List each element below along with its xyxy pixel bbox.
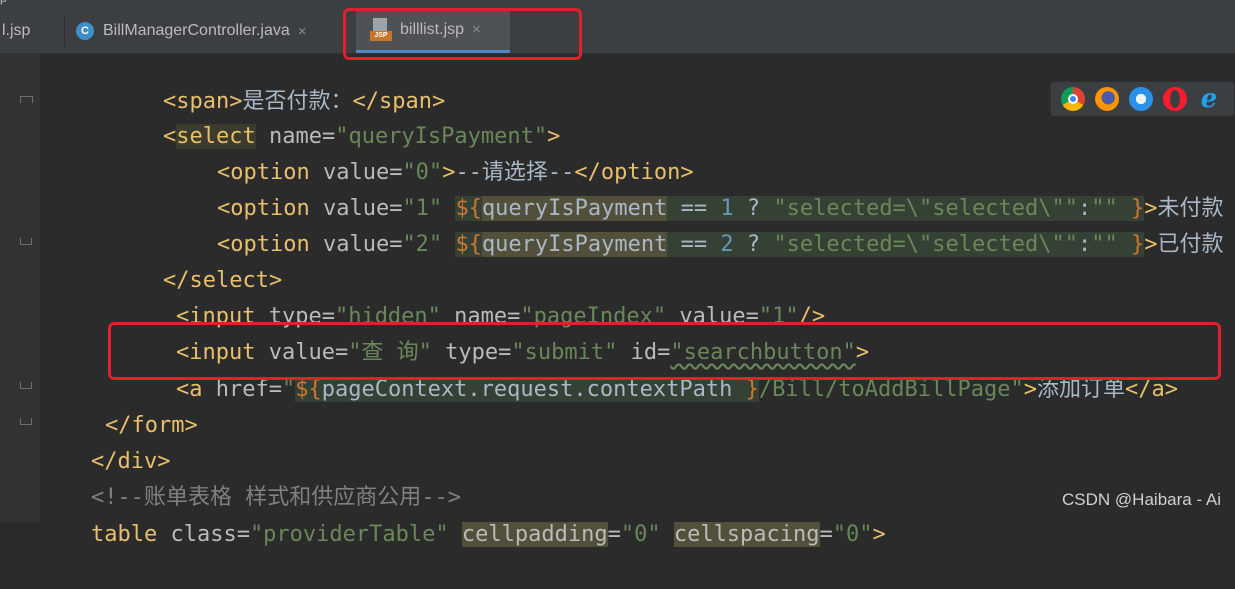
fold-open-icon[interactable] <box>20 96 33 103</box>
window-title: p <box>0 0 7 5</box>
code-line: </div> <box>90 449 171 474</box>
tab-label: BillManagerController.java <box>103 22 290 39</box>
opera-icon[interactable] <box>1163 87 1187 111</box>
tab-label: l.jsp <box>2 22 31 39</box>
code-line: <select name="queryIsPayment"> <box>162 124 561 149</box>
window-title-strip: p <box>0 0 1235 9</box>
code-line: <input type="hidden" name="pageIndex" va… <box>175 304 826 329</box>
watermark: CSDN @Haibara - Ai <box>1062 490 1221 509</box>
java-class-icon: C <box>76 22 94 40</box>
tab-billmanagercontroller-java[interactable]: C BillManagerController.java × <box>76 9 350 53</box>
editor-gutter <box>0 54 40 522</box>
code-line: <option value="1" ${queryIsPayment == 1 … <box>216 196 1224 221</box>
tab-separator <box>64 15 65 47</box>
ie-icon[interactable]: e <box>1197 86 1221 112</box>
code-line: table class="providerTable" cellpadding=… <box>90 522 886 547</box>
code-line: <!--账单表格 样式和供应商公用--> <box>90 485 461 510</box>
code-editor[interactable]: <span>是否付款：</span> <select name="queryIs… <box>40 54 1235 547</box>
fold-close-icon[interactable] <box>20 238 32 250</box>
close-icon[interactable]: × <box>298 23 307 40</box>
browser-preview-toolbar: e <box>1050 81 1235 117</box>
tab-l-jsp[interactable]: l.jsp <box>0 9 63 53</box>
firefox-icon[interactable] <box>1095 87 1119 111</box>
annotation-box-link-line <box>108 322 1221 380</box>
chrome-icon[interactable] <box>1061 87 1085 111</box>
code-line: <option value="0">--请选择--</option> <box>216 160 694 185</box>
annotation-box-tab <box>343 8 582 60</box>
code-line: <option value="2" ${queryIsPayment == 2 … <box>216 232 1224 257</box>
safari-icon[interactable] <box>1129 87 1153 111</box>
fold-close-icon[interactable] <box>20 418 32 430</box>
fold-close-icon[interactable] <box>20 382 32 394</box>
code-line: </select> <box>162 268 283 293</box>
